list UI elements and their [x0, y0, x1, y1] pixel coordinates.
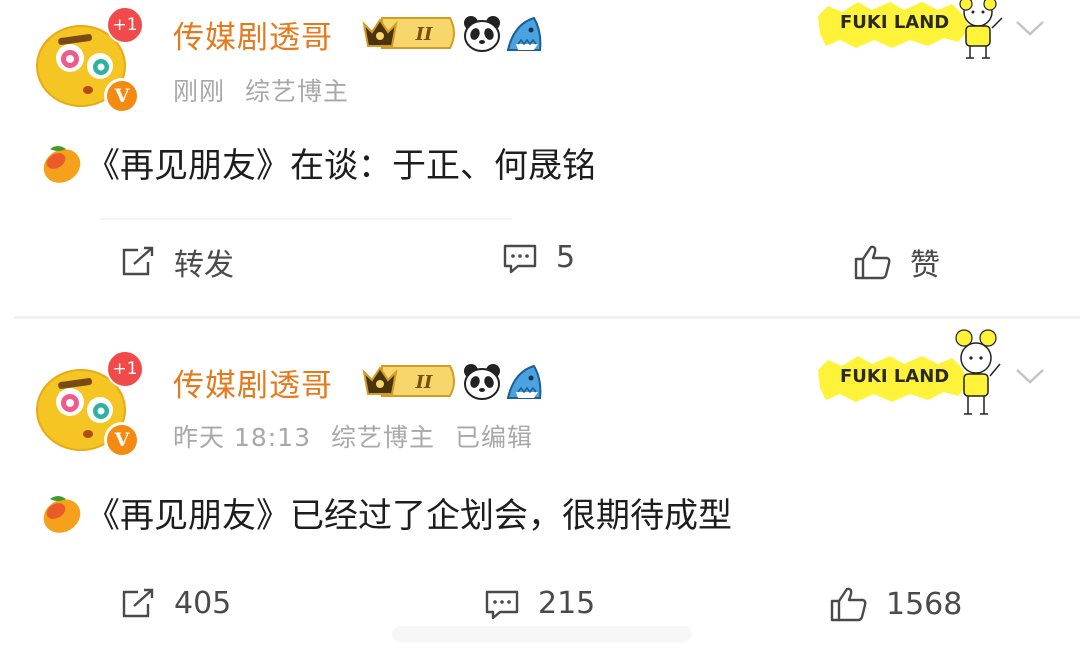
fuki-land-sticker: FUKI LAND — [812, 0, 1008, 68]
comment-icon — [503, 244, 537, 273]
post-text: 《再见朋友》已经过了企划会，很期待成型 — [86, 496, 732, 536]
like-count: 1568 — [886, 586, 963, 622]
sticker-background-icon — [818, 0, 1003, 59]
like-button[interactable]: 1568 — [830, 586, 962, 622]
repost-icon — [122, 588, 154, 617]
comment-count: 5 — [556, 240, 576, 275]
shark-icon — [506, 16, 542, 51]
repost-label: 转发 — [174, 248, 234, 283]
divider — [100, 218, 512, 220]
post-meta: 刚刚 综艺博主 — [173, 72, 369, 108]
level-text: II — [415, 372, 433, 393]
comment-button[interactable]: 5 — [502, 240, 575, 275]
shark-icon — [506, 364, 542, 399]
comment-button[interactable]: 215 — [484, 586, 595, 621]
edited-label: 已编辑 — [455, 423, 534, 452]
repost-button[interactable]: 405 — [120, 586, 231, 621]
post-meta: 昨天 18:13 综艺博主 已编辑 — [173, 418, 553, 454]
watermark-icon — [392, 626, 692, 642]
thumbs-up-icon — [830, 587, 867, 622]
notification-badge: +1 — [106, 350, 144, 388]
user-category: 综艺博主 — [245, 77, 350, 106]
notification-badge: +1 — [106, 6, 144, 44]
fuki-land-sticker: FUKI LAND — [812, 324, 1008, 424]
repost-icon — [122, 246, 154, 276]
comment-icon — [485, 590, 519, 619]
post-content: 《再见朋友》已经过了企划会，很期待成型 — [40, 488, 732, 537]
avatar[interactable]: +1 V — [36, 350, 144, 458]
panda-icon — [464, 364, 500, 400]
crown-level-badge-icon[interactable]: II — [362, 16, 458, 50]
post-time: 刚刚 — [173, 77, 226, 106]
mango-emoji-icon — [43, 496, 81, 533]
repost-count: 405 — [174, 586, 232, 621]
username[interactable]: 传媒剧透哥 — [173, 12, 333, 57]
weibo-post: +1 V 传媒剧透哥 II 刚刚 综艺博主 FUKI LAND 《再见朋友》在谈… — [0, 0, 1080, 318]
panda-icon — [464, 16, 500, 52]
verified-badge: V — [104, 78, 140, 114]
comment-count: 215 — [538, 586, 596, 621]
chevron-down-icon[interactable] — [1014, 366, 1046, 386]
level-text: II — [415, 24, 433, 45]
mango-emoji-icon — [43, 146, 81, 183]
sticker-text: FUKI LAND — [840, 366, 950, 387]
sticker-text: FUKI LAND — [840, 12, 950, 33]
crown-level-badge-icon[interactable]: II — [362, 364, 458, 398]
post-time: 昨天 18:13 — [173, 423, 311, 452]
post-content: 《再见朋友》在谈：于正、何晟铭 — [40, 138, 596, 187]
avatar[interactable]: +1 V — [36, 6, 144, 114]
like-label: 赞 — [910, 248, 940, 283]
weibo-post: +1 V 传媒剧透哥 II 昨天 18:13 综艺博主 已编辑 FUKI LAN… — [0, 318, 1080, 655]
verified-badge: V — [104, 422, 140, 458]
like-button[interactable]: 赞 — [854, 240, 940, 284]
repost-button[interactable]: 转发 — [120, 240, 234, 284]
chevron-down-icon[interactable] — [1014, 18, 1046, 38]
user-category: 综艺博主 — [331, 423, 436, 452]
post-text: 《再见朋友》在谈：于正、何晟铭 — [86, 146, 596, 186]
thumbs-up-icon — [854, 245, 891, 280]
username[interactable]: 传媒剧透哥 — [173, 360, 333, 405]
